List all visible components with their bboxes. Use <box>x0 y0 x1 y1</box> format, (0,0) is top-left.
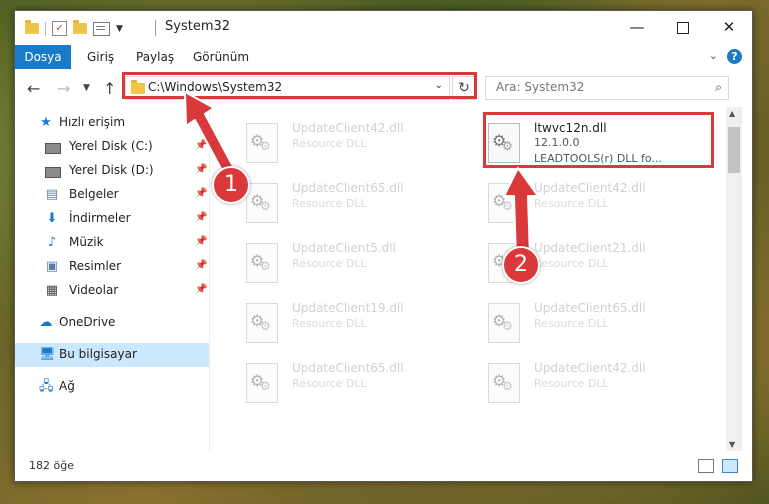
callout-badge-2: 2 <box>502 246 540 284</box>
arrow-to-file <box>503 167 539 259</box>
callout-badge-1: 1 <box>212 166 250 204</box>
annotation-arrows <box>184 91 539 259</box>
